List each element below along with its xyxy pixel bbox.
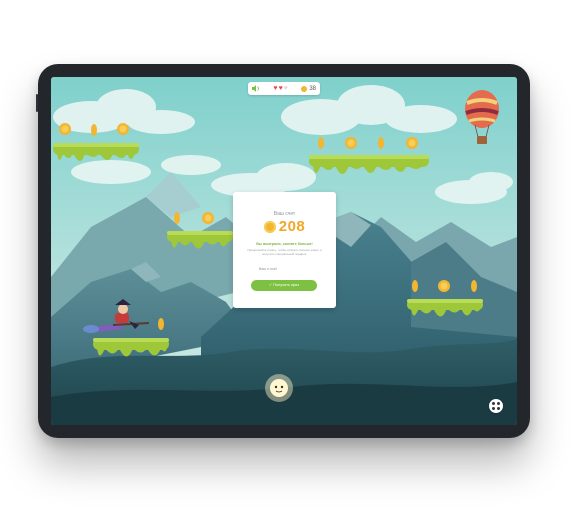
modal-title: Ваш счет <box>273 211 296 217</box>
heart-icon: ♥ <box>273 85 278 92</box>
modal-headline: Вы выиграли, скопите больше! <box>256 242 313 246</box>
heart-icon: ♥ <box>283 85 288 92</box>
speaker-icon[interactable] <box>252 85 260 92</box>
coin-icon <box>412 280 418 292</box>
score-display: 208 <box>233 218 336 235</box>
coin-icon <box>91 124 97 136</box>
coin-icon <box>117 123 129 135</box>
coin-icon <box>263 220 276 233</box>
email-field-label[interactable]: Ваш e-mail <box>259 267 277 271</box>
score-modal: Ваш счет 208 Вы выиграли, скопите больше… <box>233 192 336 308</box>
claim-prize-button[interactable]: ✓ Получить приз <box>251 280 317 291</box>
glowing-creature-icon <box>265 374 293 402</box>
coin-icon <box>318 137 324 149</box>
coin-icon <box>438 280 450 292</box>
coin-icon <box>174 212 180 224</box>
coin-icon <box>301 85 308 92</box>
side-button <box>36 94 38 112</box>
lives-indicator: ♥ ♥ ♥ <box>273 85 287 92</box>
coin-icon <box>378 137 384 149</box>
modal-body: Продолжайте играть, чтобы собрать больше… <box>247 248 322 256</box>
coin-counter: 38 <box>301 85 316 92</box>
coin-icon <box>406 137 418 149</box>
coin-icon <box>158 318 164 330</box>
coin-icon <box>471 280 477 292</box>
coin-count: 38 <box>309 85 316 92</box>
coin-icon <box>59 123 71 135</box>
game-hud: ♥ ♥ ♥ 38 <box>248 82 320 95</box>
game-screen[interactable]: ♥ ♥ ♥ 38 Ваш счет 208 Вы выиграли, скопи… <box>51 77 517 425</box>
heart-icon: ♥ <box>278 85 283 92</box>
coin-icon <box>345 137 357 149</box>
score-value: 208 <box>278 218 306 235</box>
coin-icon <box>202 212 214 224</box>
grid-dots-icon[interactable] <box>489 399 503 413</box>
